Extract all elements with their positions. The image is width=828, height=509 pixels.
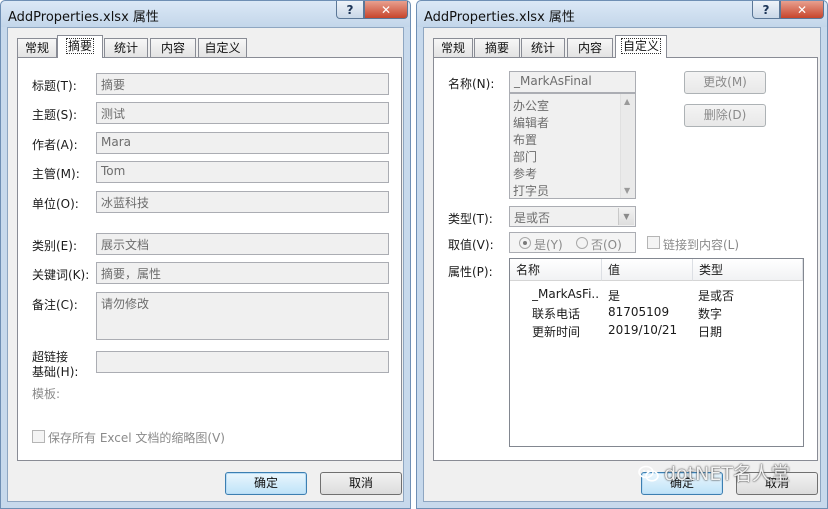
delete-button[interactable]: 删除(D) [684, 104, 766, 127]
author-label: 作者(A): [32, 138, 78, 152]
help-button[interactable]: ? [752, 1, 780, 19]
help-icon: ? [346, 2, 354, 17]
hyperlink-base-field[interactable] [96, 351, 389, 373]
thumbnail-checkbox[interactable] [32, 430, 45, 443]
manager-label: 主管(M): [32, 167, 80, 181]
type-select[interactable]: 是或否 ▼ [509, 206, 636, 227]
window-title: AddProperties.xlsx 属性 [424, 10, 575, 25]
tab-custom[interactable]: 自定义 [615, 35, 667, 58]
hyperlink-base-label-line2: 基础(H): [32, 365, 79, 379]
watermark: dotNET名人堂 [638, 459, 790, 486]
category-field[interactable]: 展示文档 [96, 233, 389, 255]
row-value: 是 [608, 289, 621, 303]
type-select-value: 是或否 [514, 211, 551, 225]
subject-label: 主题(S): [32, 108, 78, 122]
radio-no[interactable] [576, 237, 588, 249]
close-icon: ✕ [380, 2, 392, 17]
custom-properties-dialog: AddProperties.xlsx 属性 ? ✕ 常规 摘要 统计 内容 自定… [416, 0, 828, 509]
tab-statistics[interactable]: 统计 [104, 38, 148, 57]
tab-contents[interactable]: 内容 [567, 38, 613, 57]
manager-field[interactable]: Tom [96, 161, 389, 183]
tab-general[interactable]: 常规 [17, 38, 57, 57]
company-label: 单位(O): [32, 197, 79, 211]
dialog-client-area: 常规 摘要 统计 内容 自定义 名称(N): _MarkAsFinal 办公室 … [423, 27, 821, 502]
section-divider [32, 223, 389, 224]
row-type: 数字 [698, 307, 723, 321]
list-scrollbar[interactable]: ▲ ▼ [620, 94, 635, 198]
modify-button[interactable]: 更改(M) [684, 71, 766, 94]
cancel-button[interactable]: 取消 [320, 472, 402, 495]
row-type: 是或否 [698, 289, 735, 303]
row-type: 日期 [698, 325, 723, 339]
tab-summary[interactable]: 摘要 [474, 38, 520, 57]
thumbnail-checkbox-label: 保存所有 Excel 文档的缩略图(V) [48, 431, 225, 445]
name-options-list[interactable]: 办公室 编辑者 布置 部门 参考 打字员 ▲ ▼ [509, 93, 636, 199]
list-item[interactable]: 打字员 [513, 182, 549, 199]
link-to-content-checkbox[interactable] [647, 236, 660, 249]
comments-field[interactable]: 请勿修改 [96, 292, 389, 340]
summary-tab-panel: 标题(T): 摘要 主题(S): 测试 作者(A): Mara 主管(M): T… [17, 57, 402, 461]
keywords-field[interactable]: 摘要，属性 [96, 262, 389, 284]
column-header-value[interactable]: 值 [602, 259, 693, 281]
list-item[interactable]: 编辑者 [513, 114, 549, 131]
list-item[interactable]: 参考 [513, 165, 537, 182]
help-button[interactable]: ? [336, 1, 364, 19]
ok-button[interactable]: 确定 [225, 472, 307, 495]
tab-general[interactable]: 常规 [433, 38, 473, 57]
radio-yes-label: 是(Y) [534, 238, 563, 252]
title-label: 标题(T): [32, 79, 77, 93]
link-to-content-label: 链接到内容(L) [663, 238, 740, 252]
keywords-label: 关键词(K): [32, 268, 90, 282]
title-bar: AddProperties.xlsx 属性 ? ✕ [1, 1, 410, 27]
template-label: 模板: [32, 387, 61, 401]
tab-contents[interactable]: 内容 [150, 38, 196, 57]
custom-tab-panel: 名称(N): _MarkAsFinal 办公室 编辑者 布置 部门 参考 打字员… [433, 57, 818, 461]
dialog-client-area: 常规 摘要 统计 内容 自定义 标题(T): 摘要 主题(S): 测试 作者(A… [7, 27, 404, 502]
chevron-down-icon[interactable]: ▼ [618, 208, 634, 225]
column-header-name[interactable]: 名称 [510, 259, 602, 281]
help-icon: ? [762, 2, 770, 17]
row-name: 联系电话 [532, 307, 581, 321]
list-item[interactable]: 部门 [513, 148, 537, 165]
properties-label: 属性(P): [448, 265, 493, 279]
type-label: 类型(T): [448, 212, 493, 226]
title-field[interactable]: 摘要 [96, 73, 389, 95]
subject-field[interactable]: 测试 [96, 102, 389, 124]
radio-yes[interactable] [519, 237, 531, 249]
summary-properties-dialog: AddProperties.xlsx 属性 ? ✕ 常规 摘要 统计 内容 自定… [0, 0, 411, 509]
column-header-type[interactable]: 类型 [693, 259, 803, 281]
row-value: 81705109 [608, 305, 670, 319]
title-bar: AddProperties.xlsx 属性 ? ✕ [417, 1, 827, 27]
name-label: 名称(N): [448, 77, 495, 91]
tab-custom[interactable]: 自定义 [198, 38, 247, 57]
name-field[interactable]: _MarkAsFinal [509, 71, 636, 93]
watermark-text: dotNET名人堂 [664, 463, 790, 485]
close-button[interactable]: ✕ [364, 1, 408, 19]
radio-no-label: 否(O) [591, 238, 622, 252]
scroll-down-icon[interactable]: ▼ [624, 186, 630, 195]
wechat-icon [638, 465, 659, 482]
row-value: 2019/10/21 [608, 323, 678, 337]
row-name: 更新时间 [532, 325, 581, 339]
close-button[interactable]: ✕ [780, 1, 824, 19]
scroll-up-icon[interactable]: ▲ [624, 97, 630, 106]
author-field[interactable]: Mara [96, 132, 389, 154]
list-item[interactable]: 办公室 [513, 97, 549, 114]
company-field[interactable]: 冰蓝科技 [96, 191, 389, 213]
value-label: 取值(V): [448, 238, 494, 252]
comments-label: 备注(C): [32, 298, 78, 312]
tab-statistics[interactable]: 统计 [521, 38, 565, 57]
list-item[interactable]: 布置 [513, 131, 537, 148]
row-name: _MarkAsFi... [532, 287, 600, 301]
tab-summary[interactable]: 摘要 [57, 35, 103, 58]
close-icon: ✕ [796, 2, 808, 17]
category-label: 类别(E): [32, 239, 77, 253]
properties-table[interactable]: 名称 值 类型 _MarkAsFi... 是 是或否 联系电话 81705109… [509, 258, 804, 447]
window-title: AddProperties.xlsx 属性 [8, 10, 159, 25]
